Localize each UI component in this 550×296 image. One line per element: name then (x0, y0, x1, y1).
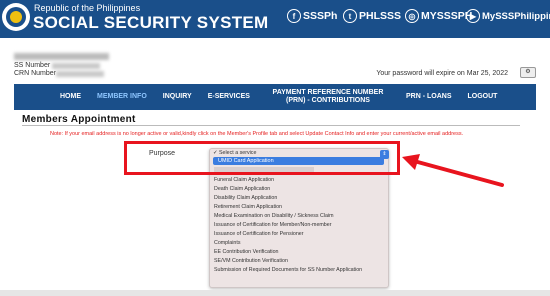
page: Republic of the Philippines SOCIAL SECUR… (0, 0, 550, 296)
dropdown-option[interactable]: Issuance of Certification for Pensioner (214, 231, 304, 237)
nav-prn-loans[interactable]: PRN - LOANS (398, 93, 460, 101)
dropdown-option[interactable]: Funeral Claim Application (214, 177, 274, 183)
red-arrow-icon (402, 154, 504, 187)
republic-label: Republic of the Philippines (34, 3, 141, 13)
crn-number-label: CRN Number (14, 70, 57, 77)
social-facebook[interactable]: f SSSPh (287, 9, 337, 23)
youtube-icon: ▶ (466, 9, 480, 23)
section-divider (22, 125, 520, 126)
social-label: MYSSSPH (421, 10, 473, 22)
dropdown-option[interactable]: Complaints (214, 240, 241, 246)
sss-logo[interactable] (2, 3, 30, 31)
nav-home[interactable]: HOME (52, 93, 89, 101)
crn-number-redacted (56, 71, 104, 77)
dropdown-option[interactable]: Submission of Required Documents for SS … (214, 267, 362, 273)
settings-button[interactable]: ⚙ (520, 67, 536, 78)
main-nav: HOME MEMBER INFO INQUIRY E-SERVICES PAYM… (14, 84, 536, 110)
logo-seal (10, 11, 22, 23)
social-twitter[interactable]: t PHLSSS (343, 9, 401, 23)
social-youtube[interactable]: ▶ MySSSPhilippines (466, 9, 550, 23)
nav-prn-contributions[interactable]: PAYMENT REFERENCE NUMBER (PRN) - CONTRIB… (258, 89, 398, 105)
social-label: MySSSPhilippines (482, 10, 550, 22)
dropdown-option[interactable]: Medical Examination on Disability / Sick… (214, 213, 334, 219)
dropdown-option[interactable]: Death Claim Application (214, 186, 270, 192)
site-title: SOCIAL SECURITY SYSTEM (33, 13, 269, 32)
email-note: Note: If your email address is no longer… (50, 131, 464, 137)
social-label: PHLSSS (359, 10, 402, 22)
site-header: Republic of the Philippines SOCIAL SECUR… (0, 0, 550, 38)
nav-logout[interactable]: LOGOUT (459, 93, 505, 101)
member-name-redacted (14, 53, 109, 60)
highlight-box (124, 141, 400, 175)
footer-strip (0, 290, 550, 296)
page-title: Members Appointment (22, 114, 136, 125)
social-label: SSSPh (303, 10, 338, 22)
nav-inquiry[interactable]: INQUIRY (155, 93, 200, 101)
ss-number-label: SS Number (14, 62, 51, 69)
social-instagram[interactable]: ◎ MYSSSPH (405, 9, 472, 23)
ss-number-redacted (52, 63, 100, 69)
dropdown-option[interactable]: Retirement Claim Application (214, 204, 282, 210)
nav-e-services[interactable]: E-SERVICES (200, 93, 258, 101)
nav-member-info[interactable]: MEMBER INFO (89, 93, 155, 101)
facebook-icon: f (287, 9, 301, 23)
dropdown-option[interactable]: SE/VM Contribution Verification (214, 258, 288, 264)
dropdown-option[interactable]: Issuance of Certification for Member/Non… (214, 222, 331, 228)
twitter-icon: t (343, 9, 357, 23)
password-expiry-notice: Your password will expire on Mar 25, 202… (376, 70, 508, 77)
instagram-icon: ◎ (405, 9, 419, 23)
dropdown-option[interactable]: Disability Claim Application (214, 195, 277, 201)
logo-ring (6, 7, 26, 27)
dropdown-option[interactable]: EE Contribution Verification (214, 249, 278, 255)
